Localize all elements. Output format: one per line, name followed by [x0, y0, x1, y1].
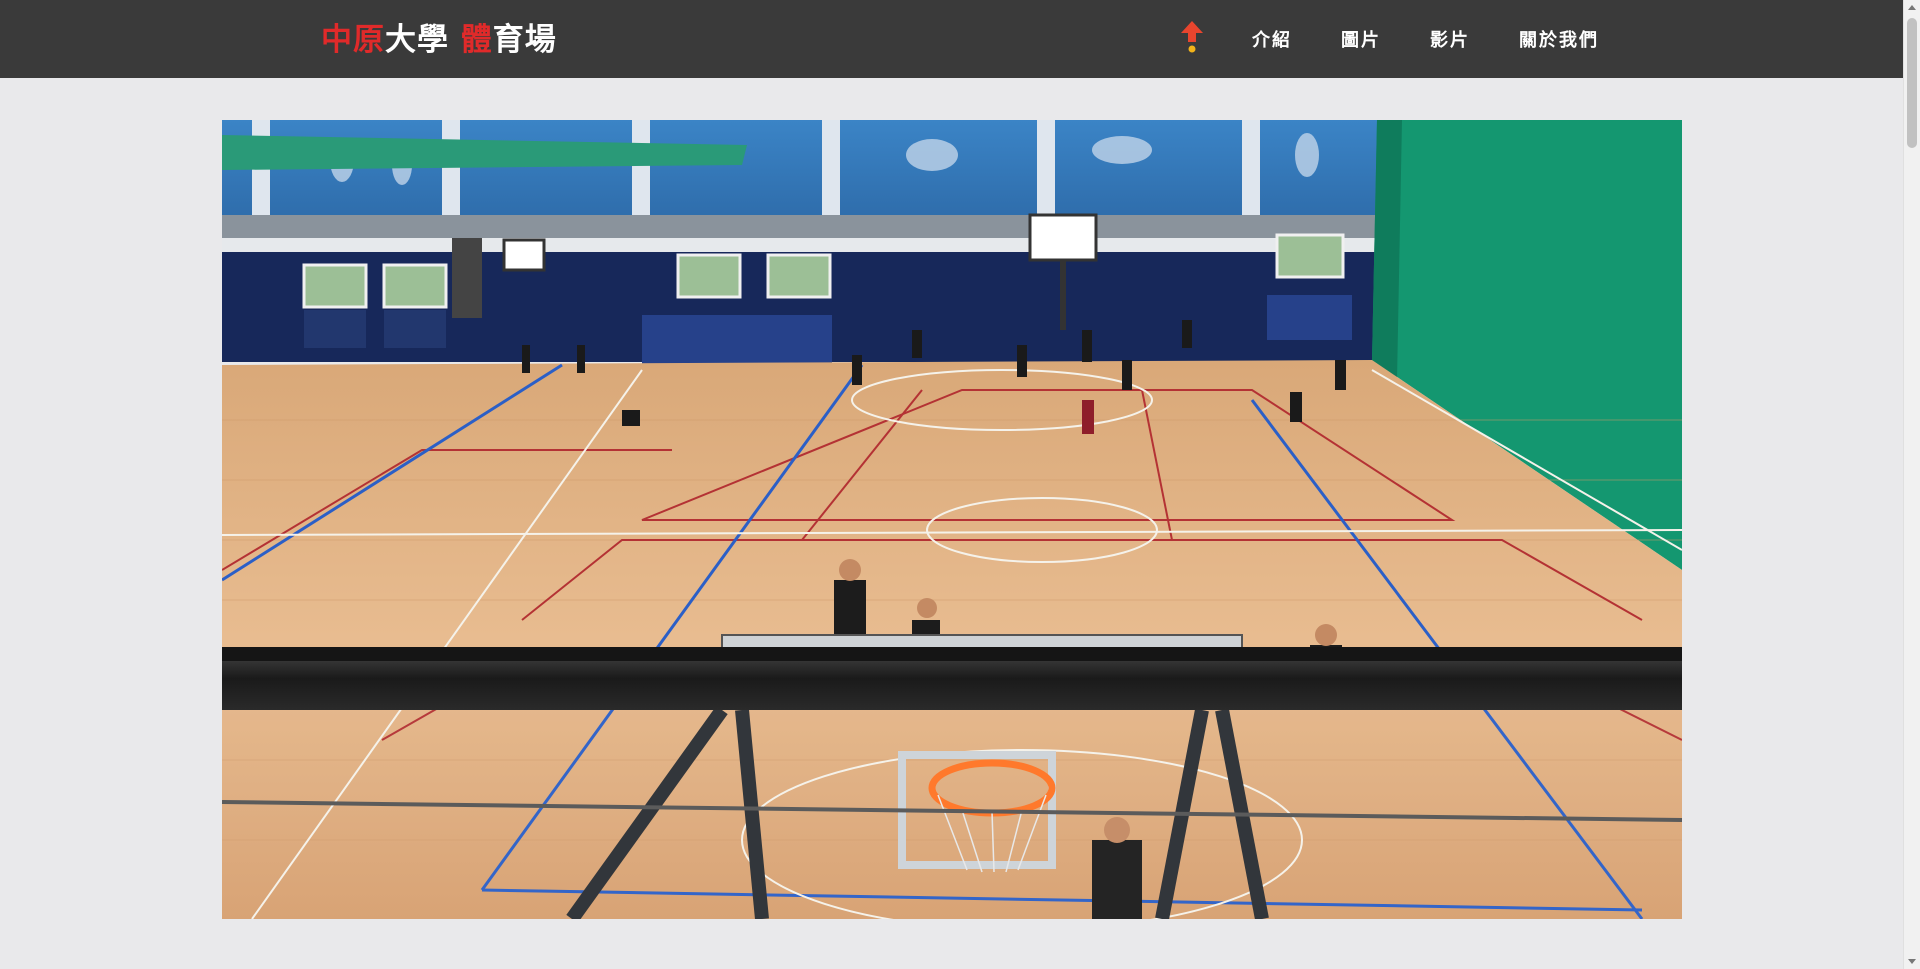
nav-link-intro[interactable]: 介紹	[1252, 26, 1292, 52]
nav-link-photos[interactable]: 圖片	[1341, 26, 1381, 52]
logo-text-part-2: 大學	[385, 22, 461, 58]
main-nav: 介紹 圖片 影片 關於我們	[1228, 0, 1624, 78]
nav-link-about[interactable]: 關於我們	[1519, 26, 1599, 52]
top-navigation-bar: 中原大學 體育場 介紹 圖片 影片 關於我們	[0, 0, 1904, 78]
scroll-thumb[interactable]	[1907, 18, 1917, 148]
logo-text-part-1: 中原	[321, 22, 385, 58]
logo-text-part-3: 體	[460, 22, 493, 58]
logo-text-part-4: 育場	[492, 22, 557, 58]
vertical-scrollbar[interactable]	[1903, 0, 1920, 969]
scroll-down-arrow-icon[interactable]	[1908, 959, 1916, 964]
arrow-up-icon[interactable]	[1180, 20, 1204, 54]
gym-hero-photo	[222, 120, 1682, 919]
nav-link-videos[interactable]: 影片	[1430, 26, 1470, 52]
site-logo[interactable]: 中原大學 體育場	[321, 20, 557, 60]
scroll-up-arrow-icon[interactable]	[1908, 5, 1916, 10]
